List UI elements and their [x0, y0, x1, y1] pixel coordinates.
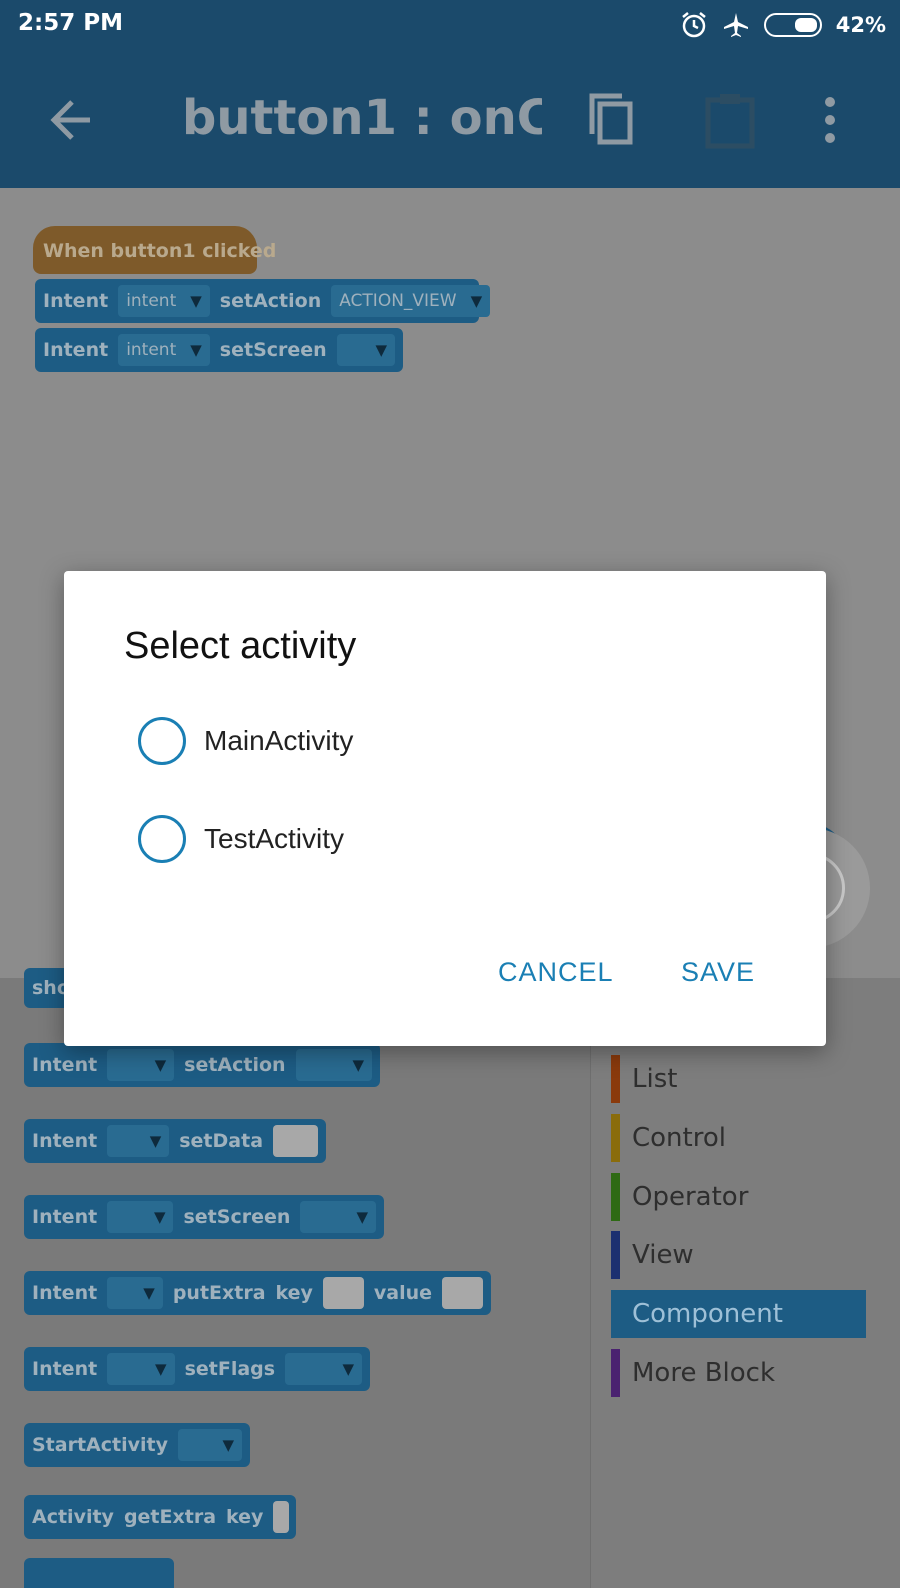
cancel-button[interactable]: CANCEL [498, 957, 614, 988]
status-time: 2:57 PM [18, 10, 123, 36]
dropdown-arrow-icon: ▼ [222, 1436, 234, 1454]
clipboard-icon [705, 94, 755, 149]
dropdown[interactable]: ▼ [295, 1049, 372, 1081]
dropdown-arrow-icon: ▼ [470, 292, 483, 310]
dropdown[interactable]: ▼ [107, 1201, 174, 1233]
intent-var-dropdown[interactable]: intent ▼ [118, 334, 210, 366]
screen-dropdown[interactable]: ▼ [336, 334, 395, 366]
dropdown-arrow-icon: ▼ [153, 1208, 166, 1226]
category-color-bar [611, 1114, 620, 1162]
category-color-bar [611, 1349, 620, 1397]
intent-var-dropdown[interactable]: intent ▼ [118, 285, 210, 317]
app-bar: button1 : onCli… [0, 50, 900, 188]
back-button[interactable] [42, 90, 102, 150]
dropdown-arrow-icon: ▼ [375, 341, 387, 359]
radio-button[interactable] [138, 815, 186, 863]
airplane-mode-icon [723, 13, 748, 37]
palette-block-set-action[interactable]: Intent ▼ setAction ▼ [24, 1043, 380, 1087]
select-activity-dialog: Select activity MainActivity TestActivit… [64, 571, 826, 1046]
overflow-menu-button[interactable] [800, 90, 860, 150]
block-label: Intent [43, 339, 109, 361]
status-bar: 2:57 PM 42% [0, 0, 900, 50]
palette-block-set-flags[interactable]: Intent ▼ setFlags ▼ [24, 1347, 370, 1391]
action-dropdown[interactable]: ACTION_VIEW ▼ [331, 285, 491, 317]
dropdown-arrow-icon: ▼ [352, 1056, 364, 1074]
dropdown-arrow-icon: ▼ [149, 1132, 162, 1150]
dropdown[interactable]: ▼ [300, 1201, 376, 1233]
option-test-activity[interactable]: TestActivity [138, 812, 344, 866]
key-input-slot[interactable] [273, 1501, 290, 1533]
block-label: Intent [43, 290, 109, 312]
more-vert-icon [825, 97, 835, 143]
key-input-slot[interactable] [322, 1277, 364, 1309]
dropdown-arrow-icon: ▼ [190, 341, 202, 359]
dropdown[interactable]: ▼ [107, 1353, 175, 1385]
dropdown-arrow-icon: ▼ [342, 1360, 354, 1378]
copy-icon [589, 93, 633, 145]
dropdown-arrow-icon: ▼ [190, 292, 202, 310]
status-icons: 42% [680, 10, 886, 40]
dropdown-arrow-icon: ▼ [356, 1208, 368, 1226]
option-label: MainActivity [204, 725, 354, 756]
category-view[interactable]: View [611, 1231, 866, 1279]
paste-button[interactable] [700, 90, 760, 150]
category-more-block[interactable]: More Block [611, 1349, 866, 1397]
palette-block-partial-bottom[interactable] [24, 1558, 174, 1588]
category-control[interactable]: Control [611, 1114, 866, 1162]
block-method: setAction [219, 290, 322, 312]
dropdown-arrow-icon: ▼ [154, 1056, 167, 1074]
dropdown[interactable]: ▼ [107, 1125, 170, 1157]
copy-button[interactable] [584, 90, 644, 150]
dropdown-arrow-icon: ▼ [155, 1360, 167, 1378]
data-input-slot[interactable] [273, 1125, 318, 1157]
battery-percent: 42% [835, 13, 886, 37]
page-title: button1 : onCli… [182, 90, 542, 146]
block-method: setScreen [219, 339, 327, 361]
palette-block-start-activity[interactable]: StartActivity ▼ [24, 1423, 250, 1467]
palette-block-set-screen[interactable]: Intent ▼ setScreen ▼ [24, 1195, 384, 1239]
category-list[interactable]: List [611, 1055, 866, 1103]
option-main-activity[interactable]: MainActivity [138, 714, 353, 768]
value-input-slot[interactable] [442, 1277, 483, 1309]
dialog-title: Select activity [124, 625, 357, 667]
category-color-bar [611, 1231, 620, 1279]
radio-button[interactable] [138, 717, 186, 765]
intent-set-action-block[interactable]: Intent intent ▼ setAction ACTION_VIEW ▼ [35, 279, 491, 323]
event-block[interactable]: When button1 clicked [33, 226, 276, 274]
palette-block-get-extra[interactable]: Activity getExtra key [24, 1495, 296, 1539]
option-label: TestActivity [204, 823, 345, 854]
alarm-icon [681, 12, 706, 38]
dropdown[interactable]: ▼ [177, 1429, 242, 1461]
dropdown-arrow-icon: ▼ [143, 1284, 155, 1302]
category-color-bar [611, 1173, 620, 1221]
dropdown[interactable]: ▼ [107, 1049, 175, 1081]
palette-block-put-extra[interactable]: Intent ▼ putExtra key value [24, 1271, 491, 1315]
palette-block-set-data[interactable]: Intent ▼ setData [24, 1119, 326, 1163]
category-operator[interactable]: Operator [611, 1173, 866, 1221]
back-arrow-icon [50, 100, 90, 140]
dropdown[interactable]: ▼ [107, 1277, 163, 1309]
category-component[interactable]: Component [611, 1290, 866, 1338]
save-button[interactable]: SAVE [681, 957, 755, 988]
category-color-bar [611, 1055, 620, 1103]
dropdown[interactable]: ▼ [285, 1353, 362, 1385]
battery-icon [763, 13, 822, 37]
intent-set-screen-block[interactable]: Intent intent ▼ setScreen ▼ [35, 328, 403, 372]
category-color-bar [611, 1290, 620, 1338]
